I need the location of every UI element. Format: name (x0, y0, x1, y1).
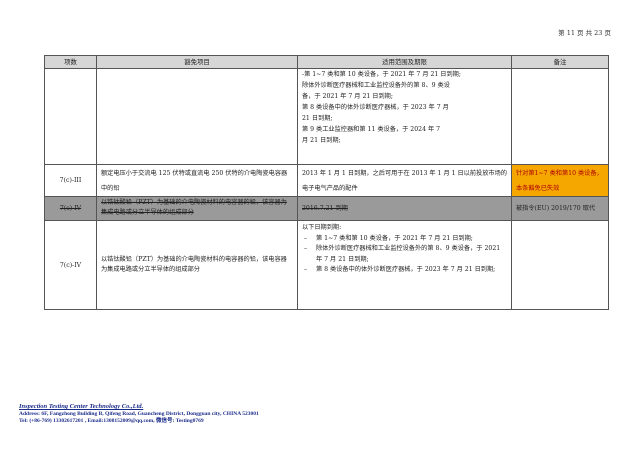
cell-scope: -第 1~7 类和第 10 类设备，于 2021 年 7 月 21 日到期; 除… (297, 68, 512, 165)
cell-note: 被指令(EU) 2019/170 取代 (511, 196, 609, 221)
header-item-no: 项数 (44, 55, 97, 69)
table-row: 7(c)-IV 以锆钛酸铅（PZT）为基础的介电陶瓷材料的电容器的铅，该电容器为… (44, 220, 609, 310)
scope-line: 21 日到期; (302, 115, 333, 122)
list-item: 第 1~7 类和第 10 类设备，于 2021 年 7 月 21 日到期; (302, 234, 507, 245)
list-item: 除体外诊断医疗器械和工业监控设备外的第 8、9 类设备，于 2021 年 7 月… (302, 244, 507, 265)
table-row: -第 1~7 类和第 10 类设备，于 2021 年 7 月 21 日到期; 除… (44, 68, 609, 165)
cell-note-expired: 针对第1~7 类和第10 类设备，本条豁免已失效 (511, 164, 609, 197)
cell-item: 7(c)-IV (44, 220, 97, 310)
company-contact: Tel: (+86-769) 13302617201 , Email:13081… (19, 418, 204, 424)
scope-line: -第 1~7 类和第 10 类设备，于 2021 年 7 月 21 日到期; (302, 71, 461, 78)
scope-line: 第 9 类工业监控器和第 11 类设备，于 2024 年 7 (302, 126, 441, 133)
cell-scope: 2016.7.21 到期 (297, 196, 512, 221)
cell-scope: 2013 年 1 月 1 日到期，之后可用于在 2013 年 1 月 1 日以前… (297, 164, 512, 197)
cell-exemption: 额定电压小于交流电 125 伏特或直流电 250 伏特的介电陶瓷电容器中的铅 (96, 164, 298, 197)
cell-note (511, 220, 609, 310)
header-note: 备注 (511, 55, 609, 69)
scope-line: 备，于 2021 年 7 月 21 日到期; (302, 93, 393, 100)
cell-exemption: 以锆钛酸铅（PZT）为基础的介电陶瓷材料的电容器的铅，该电容器为集成电路或分立半… (96, 220, 298, 310)
table-row: 7(c)-III 额定电压小于交流电 125 伏特或直流电 250 伏特的介电陶… (44, 164, 609, 197)
scope-line: 除体外诊断医疗器械和工业监控设备外的第 8、9 类设 (302, 82, 450, 89)
scope-list: 第 1~7 类和第 10 类设备，于 2021 年 7 月 21 日到期; 除体… (302, 234, 507, 276)
exemption-table: 项数 豁免项目 适用范围及期限 备注 -第 1~7 类和第 10 类设备，于 2… (44, 55, 609, 310)
header-exemption: 豁免项目 (96, 55, 298, 69)
cell-item: 7(c)-III (44, 164, 97, 197)
table-header-row: 项数 豁免项目 适用范围及期限 备注 (44, 55, 609, 69)
cell-exemption: 以锆钛酸铅（PZT）为基础的介电陶瓷材料的电容器的铅，该容器为集成电路或分立半导… (96, 196, 298, 221)
company-address: Address: 6F, Fangzhong Building B, Qifen… (19, 410, 259, 417)
cell-scope: 以下日期到期: 第 1~7 类和第 10 类设备，于 2021 年 7 月 21… (297, 220, 512, 310)
page-footer: Inspection Testing Center Technology Co.… (19, 403, 259, 426)
cell-note (511, 68, 609, 165)
scope-line: 月 21 日到期; (302, 137, 341, 144)
header-scope: 适用范围及期限 (297, 55, 512, 69)
cell-exemption (96, 68, 298, 165)
cell-item (44, 68, 97, 165)
list-item: 第 8 类设备中的体外诊断医疗器械，于 2023 年 7 月 21 日到期; (302, 265, 507, 276)
company-name: Inspection Testing Center Technology Co.… (19, 403, 144, 410)
scope-intro: 以下日期到期: (302, 224, 342, 231)
cell-item: 7(c)-IV (44, 196, 97, 221)
table-row: 7(c)-IV 以锆钛酸铅（PZT）为基础的介电陶瓷材料的电容器的铅，该容器为集… (44, 196, 609, 221)
page-number: 第 11 页 共 23 页 (558, 29, 611, 37)
scope-line: 第 8 类设备中的体外诊断医疗器械，于 2023 年 7 月 (302, 104, 449, 111)
